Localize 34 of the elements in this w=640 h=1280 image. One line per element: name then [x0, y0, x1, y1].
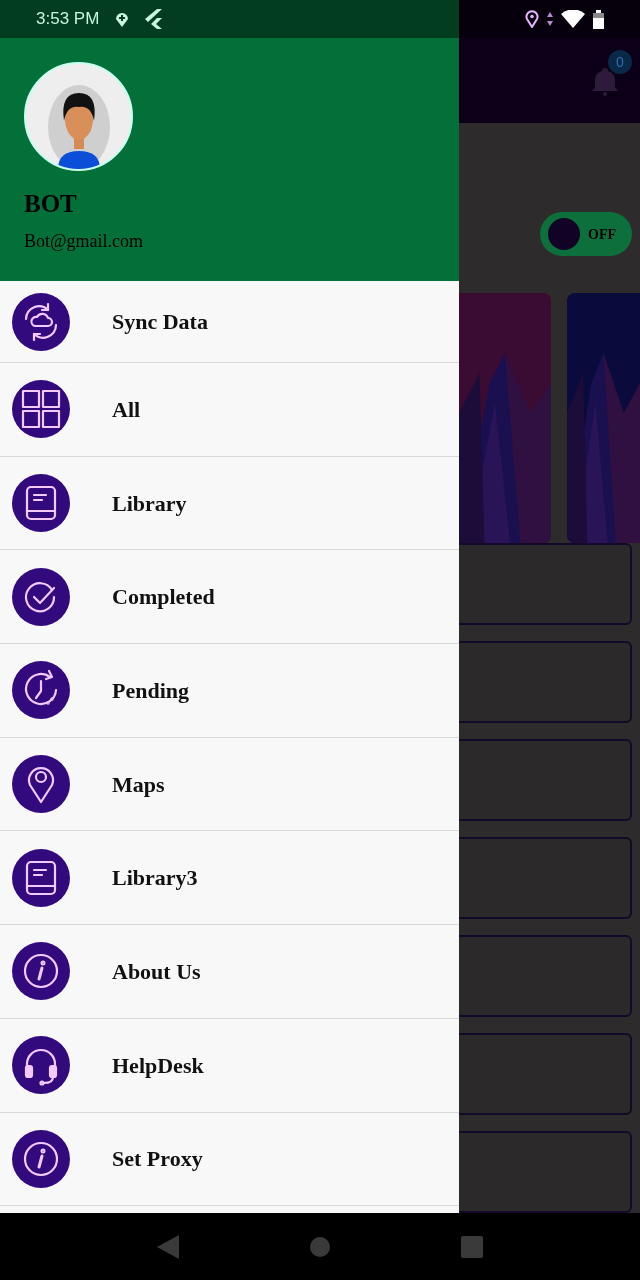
- home-icon[interactable]: [309, 1235, 331, 1258]
- status-time: 3:53 PM: [36, 8, 100, 31]
- location-icon: [525, 10, 539, 28]
- book-icon: [12, 474, 70, 533]
- profile-name: BOT: [24, 191, 78, 216]
- info-icon: [12, 942, 70, 1001]
- recents-icon[interactable]: [461, 1235, 483, 1258]
- map-pin-icon: [12, 755, 70, 814]
- menu-item[interactable]: Sync Data: [0, 281, 459, 363]
- menu-item[interactable]: HelpDesk: [0, 1018, 459, 1113]
- notification-badge: 0: [608, 50, 632, 74]
- battery-icon: [593, 9, 604, 29]
- menu-item[interactable]: About Us: [0, 925, 459, 1019]
- menu-item[interactable]: Library: [0, 456, 459, 551]
- menu-item[interactable]: All: [0, 363, 459, 457]
- menu-item[interactable]: Set Proxy: [0, 1112, 459, 1207]
- book-icon: [12, 848, 70, 907]
- clock-icon: [12, 661, 70, 720]
- location-icon: [115, 11, 130, 27]
- bell-icon[interactable]: [590, 66, 620, 96]
- menu-item[interactable]: Pending: [0, 644, 459, 738]
- menu-item[interactable]: Maps: [0, 737, 459, 832]
- back-icon[interactable]: [157, 1234, 179, 1259]
- wifi-icon: [561, 10, 585, 28]
- cloud-sync-icon: [12, 292, 70, 351]
- data-arrows-icon: [547, 12, 553, 26]
- menu-item[interactable]: Library3: [0, 831, 459, 926]
- check-circle-icon: [12, 567, 70, 626]
- menu-item[interactable]: Completed: [0, 550, 459, 645]
- grid-icon: [12, 380, 70, 439]
- info-icon: [12, 1129, 70, 1188]
- profile-email: Bot@gmail.com: [24, 232, 145, 250]
- app-logo-icon: [145, 9, 164, 29]
- headset-icon: [12, 1036, 70, 1095]
